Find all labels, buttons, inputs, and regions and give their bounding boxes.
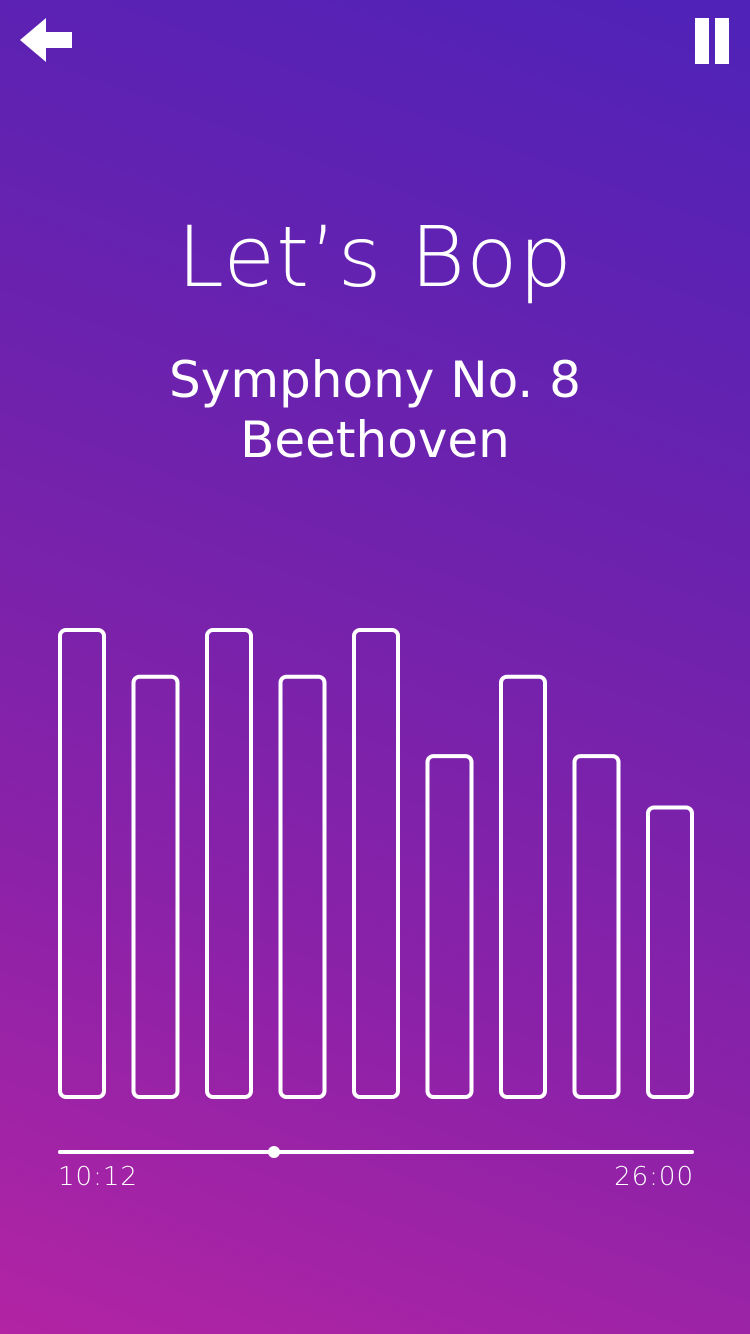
visualizer-bar [278,674,327,1099]
visualizer-bar [572,754,621,1099]
progress-knob[interactable] [268,1146,281,1158]
visualizer-bar [352,628,400,1099]
pause-button[interactable] [690,16,734,66]
arrow-left-icon [20,18,72,62]
pause-icon [695,18,729,64]
progress-track [58,1150,694,1154]
audio-visualizer [58,628,694,1100]
visualizer-bar [646,805,694,1100]
visualizer-bar [205,628,253,1099]
total-duration: 26:00 [614,1162,694,1192]
progress-slider[interactable] [58,1140,694,1164]
composer-name: Beethoven [240,411,510,469]
back-button[interactable] [18,16,74,66]
track-name: Symphony No. 8 [169,351,581,409]
visualizer-bar [131,674,180,1099]
elapsed-time: 10:12 [58,1162,138,1192]
visualizer-bar [499,674,547,1099]
playlist-title: Let’s Bop [177,208,573,306]
visualizer-bar [425,754,474,1099]
player-screen: Let’s Bop Symphony No. 8 Beethoven 10:12… [0,0,750,1334]
visualizer-bar [58,628,106,1099]
